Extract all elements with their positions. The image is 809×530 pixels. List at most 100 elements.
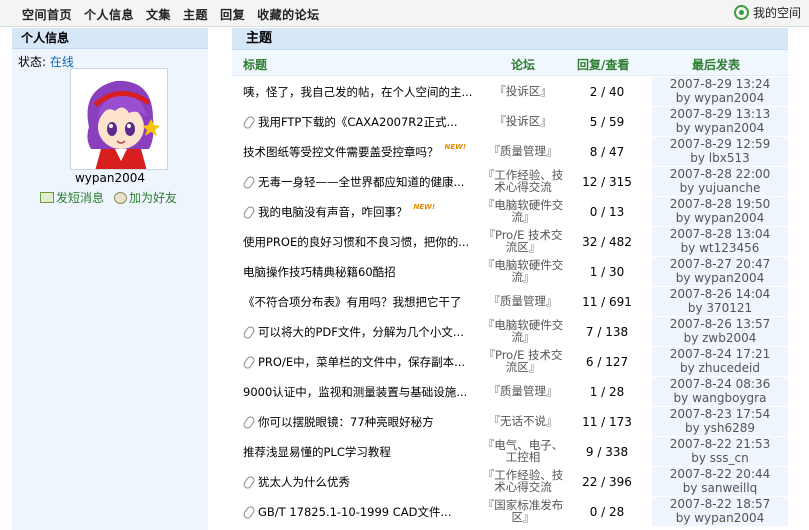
topic-title-link[interactable]: 使用PROE的良好习惯和不良习惯，把你的... [243, 234, 483, 250]
last-post-author[interactable]: by sanweillq [652, 481, 788, 495]
nav-replies[interactable]: 回复 [220, 6, 245, 23]
topics-header: 主题 [232, 28, 788, 50]
topic-title-link[interactable]: 9000认证中，监视和测量装置与基础设施... [243, 384, 483, 400]
status-value: 在线 [49, 55, 74, 69]
topic-title-link[interactable]: 我用FTP下载的《CAXA2007R2正式... [243, 114, 483, 130]
topic-forum-link[interactable]: 『无话不说』 [482, 406, 564, 436]
send-message-button[interactable]: 发短消息 [40, 189, 104, 206]
reply-view-count: 7 / 138 [585, 325, 629, 339]
last-post-author[interactable]: by yujuanche [652, 181, 788, 195]
topic-title-link[interactable]: 可以将大的PDF文件，分解为几个小文... [243, 324, 483, 340]
reply-view-count: 22 / 396 [582, 475, 632, 489]
topic-forum-link[interactable]: 『工作经验、技术心得交流 [482, 466, 564, 496]
topic-title: 你可以摆脱眼镜：77种亮眼好秘方 [258, 415, 434, 429]
last-post-date[interactable]: 2007-8-28 13:04 [652, 227, 788, 241]
last-post-author[interactable]: by ysh6289 [652, 421, 788, 435]
topic-forum-link[interactable]: 『电脑软硬件交流』 [482, 316, 564, 346]
topic-forum-link[interactable]: 『质量管理』 [482, 136, 564, 166]
topic-title: 《不符合项分布表》有用吗？我想把它干了 [243, 295, 462, 309]
last-post-cell: 2007-8-28 22:00 by yujuanche [652, 167, 788, 196]
last-post-author[interactable]: by wt123456 [652, 241, 788, 255]
topic-forum-link[interactable]: 『国家标准发布区』 [482, 496, 564, 526]
table-row: 可以将大的PDF文件，分解为几个小文... 『电脑软硬件交流』 7 / 138 200… [232, 316, 788, 346]
profile-panel: 个人信息 状态: 在线 wypan2004 发短消息 加为好友 [12, 28, 208, 530]
topic-title-link[interactable]: 无毒一身轻——全世界都应知道的健康... [243, 174, 483, 190]
last-post-date[interactable]: 2007-8-22 21:53 [652, 437, 788, 451]
topic-forum-link[interactable]: 『电脑软硬件交流』 [482, 196, 564, 226]
topic-title-link[interactable]: 咦，怪了，我自己发的帖，在个人空间的主... [243, 84, 483, 100]
reply-view-count: 8 / 47 [589, 145, 625, 159]
topic-forum-link[interactable]: 『质量管理』 [482, 376, 564, 406]
topic-forum-link[interactable]: 『Pro/E 技术交流区』 [482, 346, 564, 376]
last-post-cell: 2007-8-29 13:13 by wypan2004 [652, 107, 788, 136]
topic-title-link[interactable]: GB/T 17825.1-10-1999 CAD文件... [243, 504, 483, 520]
last-post-date[interactable]: 2007-8-23 17:54 [652, 407, 788, 421]
reply-view-count: 9 / 338 [585, 445, 629, 459]
topic-title: 推荐浅显易懂的PLC学习教程 [243, 445, 391, 459]
topics-list: 咦，怪了，我自己发的帖，在个人空间的主... 『投诉区』 2 / 40 2007-8-… [232, 76, 788, 526]
last-post-author[interactable]: by zwb2004 [652, 331, 788, 345]
topic-title: 可以将大的PDF文件，分解为几个小文... [258, 325, 464, 339]
add-friend-button[interactable]: 加为好友 [114, 189, 177, 206]
last-post-author[interactable]: by wypan2004 [652, 91, 788, 105]
last-post-date[interactable]: 2007-8-28 22:00 [652, 167, 788, 181]
last-post-date[interactable]: 2007-8-24 17:21 [652, 347, 788, 361]
topic-forum-link[interactable]: 『投诉区』 [482, 106, 564, 136]
last-post-author[interactable]: by wypan2004 [652, 271, 788, 285]
last-post-date[interactable]: 2007-8-22 18:57 [652, 497, 788, 511]
topic-title: 技术图纸等受控文件需要盖受控章吗？ [243, 145, 439, 159]
last-post-author[interactable]: by wypan2004 [652, 121, 788, 135]
last-post-date[interactable]: 2007-8-24 08:36 [652, 377, 788, 391]
last-post-author[interactable]: by wypan2004 [652, 211, 788, 225]
column-last-post: 最后发表 [692, 58, 741, 72]
topic-title-link[interactable]: PRO/E中，菜单栏的文件中，保存副本... [243, 354, 483, 370]
last-post-author[interactable]: by 370121 [652, 301, 788, 315]
topic-forum-link[interactable]: 『质量管理』 [482, 286, 564, 316]
last-post-date[interactable]: 2007-8-29 13:13 [652, 107, 788, 121]
last-post-date[interactable]: 2007-8-29 12:59 [652, 137, 788, 151]
gear-icon [733, 5, 749, 20]
topic-forum-link[interactable]: 『电气、电子、工控相 [482, 436, 564, 466]
nav-personal-info[interactable]: 个人信息 [84, 6, 134, 23]
topic-forum-link[interactable]: 『电脑软硬件交流』 [482, 256, 564, 286]
last-post-date[interactable]: 2007-8-27 20:47 [652, 257, 788, 271]
my-space-link[interactable]: 我的空间 [733, 4, 801, 21]
last-post-date[interactable]: 2007-8-29 13:24 [652, 77, 788, 91]
table-row: 电脑操作技巧精典秘籍60酷招 『电脑软硬件交流』 1 / 30 2007-8-27 2… [232, 256, 788, 286]
topic-title-link[interactable]: 我的电脑没有声音，咋回事？ NEW! [243, 204, 483, 220]
last-post-date[interactable]: 2007-8-26 13:57 [652, 317, 788, 331]
attachment-icon [243, 206, 255, 218]
attachment-icon [243, 476, 255, 488]
last-post-author[interactable]: by wypan2004 [652, 511, 788, 525]
nav-topics[interactable]: 主题 [183, 6, 208, 23]
last-post-cell: 2007-8-22 20:44 by sanweillq [652, 467, 788, 496]
username: wypan2004 [74, 171, 146, 185]
last-post-date[interactable]: 2007-8-26 14:04 [652, 287, 788, 301]
topic-title-link[interactable]: 你可以摆脱眼镜：77种亮眼好秘方 [243, 414, 483, 430]
topic-forum-link[interactable]: 『投诉区』 [482, 76, 564, 106]
nav-space-home[interactable]: 空间首页 [22, 6, 72, 23]
topic-title-link[interactable]: 技术图纸等受控文件需要盖受控章吗？ NEW! [243, 144, 483, 160]
reply-view-count: 11 / 173 [582, 415, 632, 429]
attachment-icon [243, 326, 255, 338]
topic-title-link[interactable]: 推荐浅显易懂的PLC学习教程 [243, 444, 483, 460]
my-space-label: 我的空间 [752, 6, 801, 20]
last-post-author[interactable]: by sss_cn [652, 451, 788, 465]
last-post-author[interactable]: by lbx513 [652, 151, 788, 165]
topic-title-link[interactable]: 电脑操作技巧精典秘籍60酷招 [243, 264, 483, 280]
topic-forum-link[interactable]: 『Pro/E 技术交流区』 [482, 226, 564, 256]
topic-title-link[interactable]: 《不符合项分布表》有用吗？我想把它干了 [243, 294, 483, 310]
last-post-date[interactable]: 2007-8-28 19:50 [652, 197, 788, 211]
nav-favorite-forums[interactable]: 收藏的论坛 [257, 6, 320, 23]
last-post-cell: 2007-8-26 13:57 by zwb2004 [652, 317, 788, 346]
topic-forum-link[interactable]: 『工作经验、技术心得交流 [482, 166, 564, 196]
topic-title: 9000认证中，监视和测量装置与基础设施... [243, 385, 468, 399]
last-post-date[interactable]: 2007-8-22 20:44 [652, 467, 788, 481]
topic-title-link[interactable]: 犹太人为什么优秀 [243, 474, 483, 490]
last-post-author[interactable]: by zhucedeid [652, 361, 788, 375]
nav-articles[interactable]: 文集 [146, 6, 171, 23]
send-message-label: 发短消息 [56, 191, 105, 205]
attachment-icon [243, 176, 255, 188]
top-navigation: 空间首页 个人信息 文集 主题 回复 收藏的论坛 我的空间 [0, 0, 809, 27]
last-post-author[interactable]: by wangboygra [652, 391, 788, 405]
